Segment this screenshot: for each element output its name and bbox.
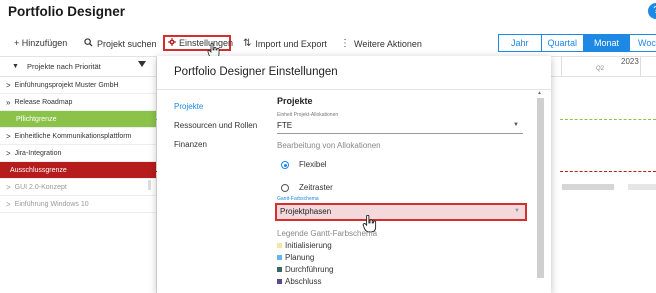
timeline-divider (640, 56, 641, 76)
legend-item-planning: Planung (277, 253, 314, 262)
double-chevron-icon[interactable]: » (6, 98, 10, 107)
legend-title: Legende Gantt-Farbschema (277, 229, 378, 238)
project-label: Jira-Integration (14, 149, 62, 157)
radio-flexible[interactable] (281, 161, 289, 169)
settings-dialog: Portfolio Designer Einstellungen Projekt… (157, 56, 551, 293)
section-title: Projekte (277, 96, 313, 106)
view-year-button[interactable]: Jahr (498, 34, 542, 52)
gear-icon (168, 38, 176, 48)
radio-time-grid-label: Zeitraster (299, 183, 333, 192)
timeline-header-border (550, 76, 656, 77)
legend-item-closure: Abschluss (277, 277, 321, 286)
unit-field-label: Einheit Projekt-Allokationen (277, 112, 339, 118)
mandatory-boundary-line (149, 119, 157, 120)
scrollbar-thumb[interactable] (537, 98, 544, 278)
timeline-year: 2023 (621, 57, 639, 66)
project-list: ▼ Projekte nach Priorität > Einführungsp… (0, 56, 157, 293)
legend-swatch (277, 267, 282, 272)
project-row[interactable]: » Release Roadmap (0, 94, 156, 111)
search-project-label: Projekt suchen (97, 39, 157, 49)
nav-item-resources-roles[interactable]: Ressourcen und Rollen (174, 121, 257, 130)
legend-swatch (277, 255, 282, 260)
legend-label: Abschluss (285, 277, 322, 286)
exclusion-boundary-line (560, 171, 656, 172)
exclusion-boundary-line (149, 171, 157, 172)
panel-resize-handle[interactable] (148, 180, 151, 190)
dialog-scrollbar[interactable]: ▲ (537, 90, 544, 293)
chevron-down-icon[interactable]: ▼ (513, 122, 519, 128)
project-label: GUI 2.0-Konzept (14, 183, 67, 191)
search-project-button[interactable]: Projekt suchen (84, 38, 157, 50)
help-icon[interactable]: ? (648, 3, 656, 19)
unit-select-underline (277, 133, 523, 134)
settings-content: Projekte Einheit Projekt-Allokationen FT… (275, 90, 535, 293)
expand-icon[interactable]: > (6, 149, 11, 158)
nav-item-projects[interactable]: Projekte (174, 102, 203, 111)
filter-icon[interactable] (138, 61, 146, 67)
project-row[interactable]: > Jira-Integration (0, 145, 156, 162)
nav-item-finances[interactable]: Finanzen (174, 140, 207, 149)
legend-item-initialization: Initialisierung (277, 241, 332, 250)
app-window: Portfolio Designer ? + Hinzufügen Projek… (0, 0, 656, 293)
view-week-button[interactable]: Woche (629, 34, 656, 52)
scroll-up-icon[interactable]: ▲ (537, 90, 542, 96)
view-switcher: Jahr Quartal Monat Woche (498, 34, 656, 52)
legend-label: Initialisierung (285, 241, 332, 250)
unit-select[interactable]: FTE (277, 121, 292, 130)
radio-flexible-label: Flexibel (299, 160, 327, 169)
project-row[interactable]: > Einführungsprojekt Muster GmbH (0, 77, 156, 94)
chevron-down-icon: ▼ (514, 208, 520, 214)
import-export-button[interactable]: ⇅ Import und Export (243, 38, 327, 49)
boundary-label: Pflichtgrenze (16, 115, 57, 123)
expand-icon[interactable]: > (6, 132, 11, 141)
legend-swatch (277, 279, 282, 284)
app-title: Portfolio Designer (8, 4, 126, 19)
more-actions-button[interactable]: ⋮ Weitere Aktionen (340, 38, 422, 49)
legend-item-execution: Durchführung (277, 265, 333, 274)
legend-label: Planung (285, 253, 315, 262)
project-row[interactable]: > Einführung Windows 10 (0, 196, 156, 213)
gantt-bar[interactable] (628, 184, 656, 190)
more-vertical-icon: ⋮ (340, 38, 350, 49)
sort-label: Projekte nach Priorität (26, 61, 101, 71)
add-button-label: + Hinzufügen (14, 38, 68, 48)
import-export-label: Import und Export (255, 38, 327, 49)
more-actions-label: Weitere Aktionen (354, 38, 422, 49)
sort-dropdown[interactable]: ▼ Projekte nach Priorität (0, 56, 156, 77)
gantt-scheme-label: Gantt-Farbschema (277, 196, 319, 202)
dialog-title: Portfolio Designer Einstellungen (174, 66, 338, 78)
search-icon (84, 38, 93, 50)
project-label: Einführungsprojekt Muster GmbH (14, 81, 119, 89)
gantt-scheme-value: Projektphasen (280, 207, 332, 216)
legend-swatch (277, 243, 282, 248)
expand-icon[interactable]: > (6, 183, 11, 192)
gantt-area (550, 56, 656, 293)
project-label: Release Roadmap (14, 98, 73, 106)
allocation-group-label: Bearbeitung von Allokationen (277, 141, 381, 150)
settings-nav: Projekte Ressourcen und Rollen Finanzen (157, 90, 257, 293)
project-label: Einheitliche Kommunikationsplattform (14, 132, 132, 140)
exclusion-boundary-row[interactable]: Ausschlussgrenze (0, 162, 156, 179)
mandatory-boundary-row[interactable]: Pflichtgrenze (0, 111, 156, 128)
view-month-button[interactable]: Monat (583, 34, 631, 52)
gantt-bar[interactable] (562, 184, 614, 190)
view-quarter-button[interactable]: Quartal (540, 34, 585, 52)
add-button[interactable]: + Hinzufügen (14, 38, 67, 48)
radio-time-grid[interactable] (281, 184, 289, 192)
project-row[interactable]: > GUI 2.0-Konzept (0, 179, 156, 196)
timeline-divider (561, 56, 562, 76)
boundary-label: Ausschlussgrenze (10, 166, 67, 174)
gantt-scheme-select[interactable]: Projektphasen ▼ (275, 203, 527, 221)
mandatory-boundary-line (560, 119, 656, 120)
expand-icon[interactable]: > (6, 200, 11, 209)
caret-down-icon: ▼ (12, 62, 19, 70)
project-row[interactable]: > Einheitliche Kommunikationsplattform (0, 128, 156, 145)
legend-label: Durchführung (285, 265, 334, 274)
project-label: Einführung Windows 10 (14, 200, 89, 208)
import-export-icon: ⇅ (243, 38, 252, 49)
expand-icon[interactable]: > (6, 81, 11, 90)
timeline-quarter: Q2 (596, 66, 605, 72)
